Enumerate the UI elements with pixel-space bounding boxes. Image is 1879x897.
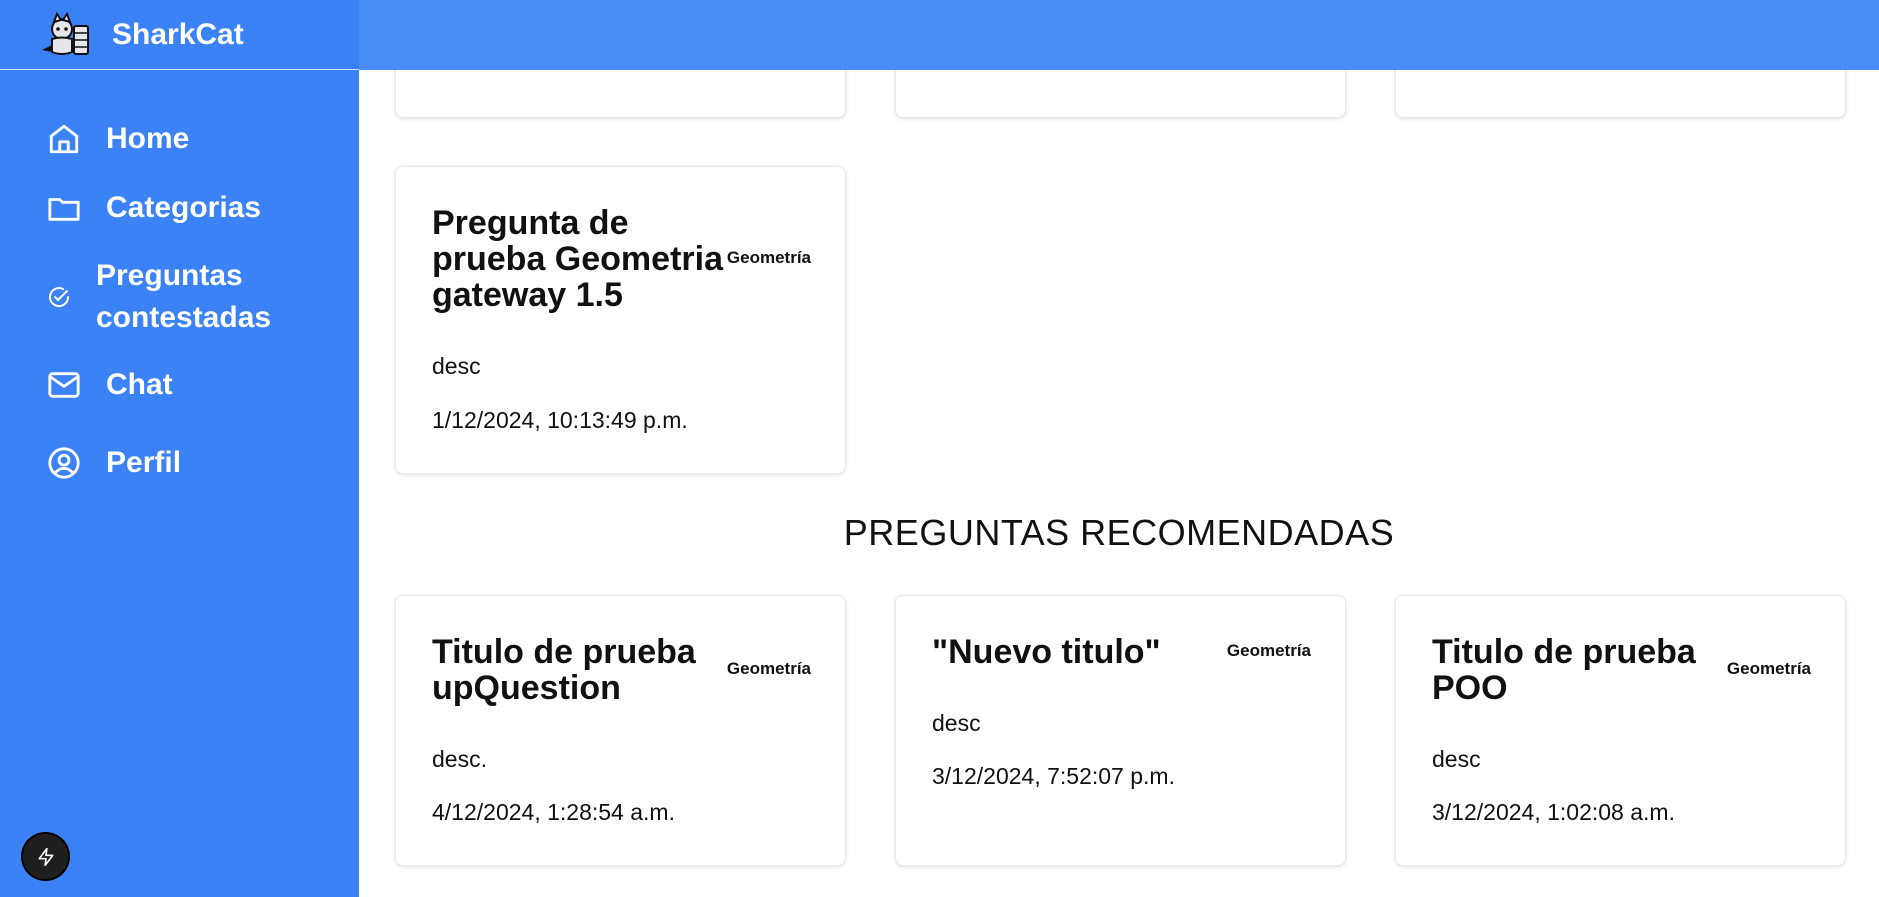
sidebar-item-perfil[interactable]: Perfil [0, 424, 359, 502]
question-desc: desc. [432, 746, 487, 772]
question-category: Geometría [726, 248, 811, 267]
sidebar-item-chat[interactable]: Chat [0, 346, 359, 424]
app-root: Pregunta de prueba Geometria gateway 1.5… [0, 0, 1879, 897]
folder-icon [46, 190, 82, 226]
app-name: SharkCat [112, 17, 244, 51]
sidebar-item-label: Perfil [106, 446, 182, 479]
question-card[interactable]: Pregunta de prueba Geometria gateway 1.5… [395, 166, 846, 474]
question-desc: desc [1432, 746, 1481, 772]
question-date: 3/12/2024, 1:02:08 a.m. [1432, 799, 1675, 825]
sidebar-item-label: Preguntas contestadas [96, 259, 272, 334]
brand[interactable]: SharkCat [0, 0, 359, 70]
sidebar-nav: Home Categorias Preguntas contestadas Ch… [0, 110, 359, 502]
question-title: Titulo de prueba POO [1432, 633, 1696, 707]
sidebar-item-label: Categorias [106, 191, 262, 224]
sidebar-item-categorias[interactable]: Categorias [0, 168, 359, 248]
sidebar-item-label: Chat [106, 368, 173, 401]
question-title: Pregunta de prueba Geometria gateway 1.5 [432, 204, 723, 314]
mail-icon [46, 367, 82, 403]
main-content: Pregunta de prueba Geometria gateway 1.5… [359, 0, 1879, 897]
logo-icon [42, 11, 89, 55]
question-card[interactable]: "Nuevo titulo" Geometría desc 3/12/2024,… [895, 595, 1346, 866]
home-icon [46, 121, 82, 157]
top-bar [359, 0, 1879, 70]
question-category: Geometría [726, 659, 811, 678]
question-date: 1/12/2024, 10:13:49 p.m. [432, 407, 688, 433]
sidebar: SharkCat Home Categorias Preguntas conte… [0, 0, 359, 897]
question-category: Geometría [1726, 659, 1811, 678]
check-circle-icon [46, 284, 72, 310]
question-category: Geometría [1226, 641, 1311, 660]
sidebar-item-preguntas-contestadas[interactable]: Preguntas contestadas [0, 248, 359, 346]
sidebar-item-label: Home [106, 122, 190, 155]
question-date: 4/12/2024, 1:28:54 a.m. [432, 799, 675, 825]
sidebar-item-home[interactable]: Home [0, 110, 359, 168]
question-title: Titulo de prueba upQuestion [432, 633, 696, 707]
question-desc: desc [932, 710, 981, 736]
question-date: 3/12/2024, 7:52:07 p.m. [932, 763, 1175, 789]
bolt-icon[interactable] [23, 834, 68, 879]
user-circle-icon [46, 445, 82, 481]
question-card[interactable]: Titulo de prueba POO Geometría desc 3/12… [1395, 595, 1846, 866]
section-title: PREGUNTAS RECOMENDADAS [843, 512, 1395, 553]
question-title: "Nuevo titulo" [932, 633, 1161, 671]
question-card[interactable]: Titulo de prueba upQuestion Geometría de… [395, 595, 846, 866]
question-desc: desc [432, 353, 481, 379]
